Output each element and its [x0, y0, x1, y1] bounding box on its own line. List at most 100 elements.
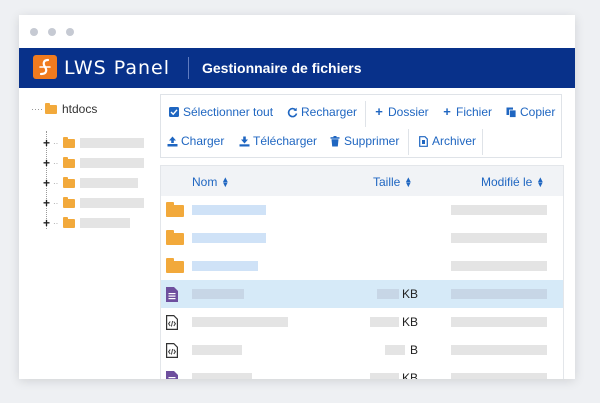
expand-icon[interactable]: +: [43, 217, 53, 229]
check-square-icon: [169, 107, 179, 117]
file-name-placeholder[interactable]: [192, 317, 288, 327]
column-header-size[interactable]: Taille ▲ ▼: [373, 175, 412, 189]
new-file-button[interactable]: + Fichier: [442, 105, 492, 119]
file-table: Nom ▲ ▼ Taille ▲ ▼ Modifié le ▲ ▼ KB KB …: [160, 165, 564, 379]
table-row[interactable]: [161, 224, 563, 253]
table-row-selected[interactable]: KB: [161, 280, 563, 309]
tree-item[interactable]: + ··: [43, 136, 145, 149]
toolbar-divider: [365, 101, 366, 127]
sort-icon: ▲ ▼: [221, 175, 230, 189]
folder-icon: [45, 102, 57, 114]
reload-label: Recharger: [301, 105, 358, 119]
tree-connector: ··: [53, 158, 59, 168]
reload-button[interactable]: Recharger: [287, 105, 357, 119]
directory-tree: ···· htdocs + ·· + ·· + ·· + ·· + ··: [19, 88, 159, 379]
table-header: Nom ▲ ▼ Taille ▲ ▼ Modifié le ▲ ▼: [161, 166, 563, 197]
file-name-placeholder[interactable]: [192, 345, 242, 355]
file-size-placeholder: [370, 317, 399, 327]
column-name-label: Nom: [192, 175, 218, 189]
text-file-icon: [166, 371, 178, 379]
modified-date-placeholder: [451, 205, 547, 215]
copy-icon: [506, 107, 517, 118]
tree-connector: ··: [53, 218, 59, 228]
folder-icon: [63, 216, 76, 228]
file-size-placeholder: [370, 373, 399, 379]
file-name-placeholder[interactable]: [192, 205, 266, 215]
code-file-icon: [166, 343, 178, 363]
header-divider: [188, 57, 189, 79]
tree-connector: ··: [53, 178, 59, 188]
copy-button[interactable]: Copier: [506, 105, 555, 119]
page-title: Gestionnaire de fichiers: [202, 60, 362, 76]
plus-icon: +: [443, 104, 451, 119]
table-row[interactable]: B: [161, 336, 563, 365]
expand-icon[interactable]: +: [43, 157, 53, 169]
app-header: LWS Panel Gestionnaire de fichiers: [19, 48, 575, 88]
download-icon: [239, 136, 250, 147]
sort-icon: ▲ ▼: [404, 175, 413, 189]
toolbar-divider: [408, 129, 409, 155]
download-button[interactable]: Télécharger: [239, 134, 317, 148]
folder-icon: [166, 258, 184, 278]
download-label: Télécharger: [253, 134, 318, 148]
text-file-icon: [166, 287, 178, 307]
tree-item[interactable]: + ··: [43, 156, 145, 169]
table-row[interactable]: [161, 196, 563, 225]
new-folder-button[interactable]: + Dossier: [374, 104, 429, 119]
file-size-placeholder: [385, 345, 405, 355]
table-row[interactable]: KB: [161, 308, 563, 337]
tree-item-label-placeholder: [80, 178, 139, 188]
folder-icon: [63, 156, 76, 168]
column-size-label: Taille: [373, 175, 401, 189]
delete-button[interactable]: Supprimer: [330, 134, 399, 148]
trash-icon: [330, 136, 340, 147]
window-titlebar: [19, 15, 575, 48]
folder-icon: [166, 202, 184, 222]
new-folder-label: Dossier: [388, 105, 429, 119]
tree-root-htdocs[interactable]: ···· htdocs: [31, 102, 97, 116]
plus-icon: +: [375, 104, 383, 119]
modified-date-placeholder: [451, 261, 547, 271]
tree-item[interactable]: + ··: [43, 216, 131, 229]
tree-item[interactable]: + ··: [43, 196, 145, 209]
toolbar-divider: [482, 129, 483, 155]
expand-icon[interactable]: +: [43, 177, 53, 189]
window-dot-1: [30, 28, 38, 36]
tree-item[interactable]: + ··: [43, 176, 139, 189]
archive-label: Archiver: [432, 134, 477, 148]
tree-connector: ··: [53, 198, 59, 208]
lws-logo-icon: [33, 55, 57, 79]
column-header-modified[interactable]: Modifié le ▲ ▼: [481, 175, 544, 189]
expand-icon[interactable]: +: [43, 197, 53, 209]
file-name-placeholder[interactable]: [192, 261, 258, 271]
file-name-placeholder[interactable]: [192, 373, 252, 379]
code-file-icon: [166, 315, 178, 335]
folder-icon: [166, 230, 184, 250]
file-name-placeholder[interactable]: [192, 289, 244, 299]
file-size-unit: KB: [402, 315, 419, 329]
table-row[interactable]: [161, 252, 563, 281]
tree-item-label-placeholder: [80, 218, 131, 228]
tree-item-label-placeholder: [80, 198, 145, 208]
table-row[interactable]: KB: [161, 364, 563, 379]
tree-root-label: htdocs: [62, 102, 98, 116]
file-size-unit: KB: [402, 371, 419, 379]
modified-date-placeholder: [451, 289, 547, 299]
expand-icon[interactable]: +: [43, 137, 53, 149]
select-all-label: Sélectionner tout: [183, 105, 274, 119]
select-all-button[interactable]: Sélectionner tout: [169, 105, 273, 119]
window-dot-2: [48, 28, 56, 36]
archive-button[interactable]: Archiver: [418, 134, 476, 148]
sort-icon: ▲ ▼: [536, 175, 545, 189]
window-dot-3: [66, 28, 74, 36]
column-header-name[interactable]: Nom ▲ ▼: [192, 175, 229, 189]
folder-icon: [63, 176, 76, 188]
upload-button[interactable]: Charger: [167, 134, 224, 148]
file-toolbar: Sélectionner tout Recharger + Dossier + …: [160, 94, 562, 158]
app-logo-text: LWS Panel: [64, 57, 170, 79]
file-name-placeholder[interactable]: [192, 233, 266, 243]
modified-date-placeholder: [451, 373, 547, 379]
file-size-unit: KB: [402, 287, 419, 301]
tree-item-label-placeholder: [80, 158, 145, 168]
tree-item-label-placeholder: [80, 138, 145, 148]
